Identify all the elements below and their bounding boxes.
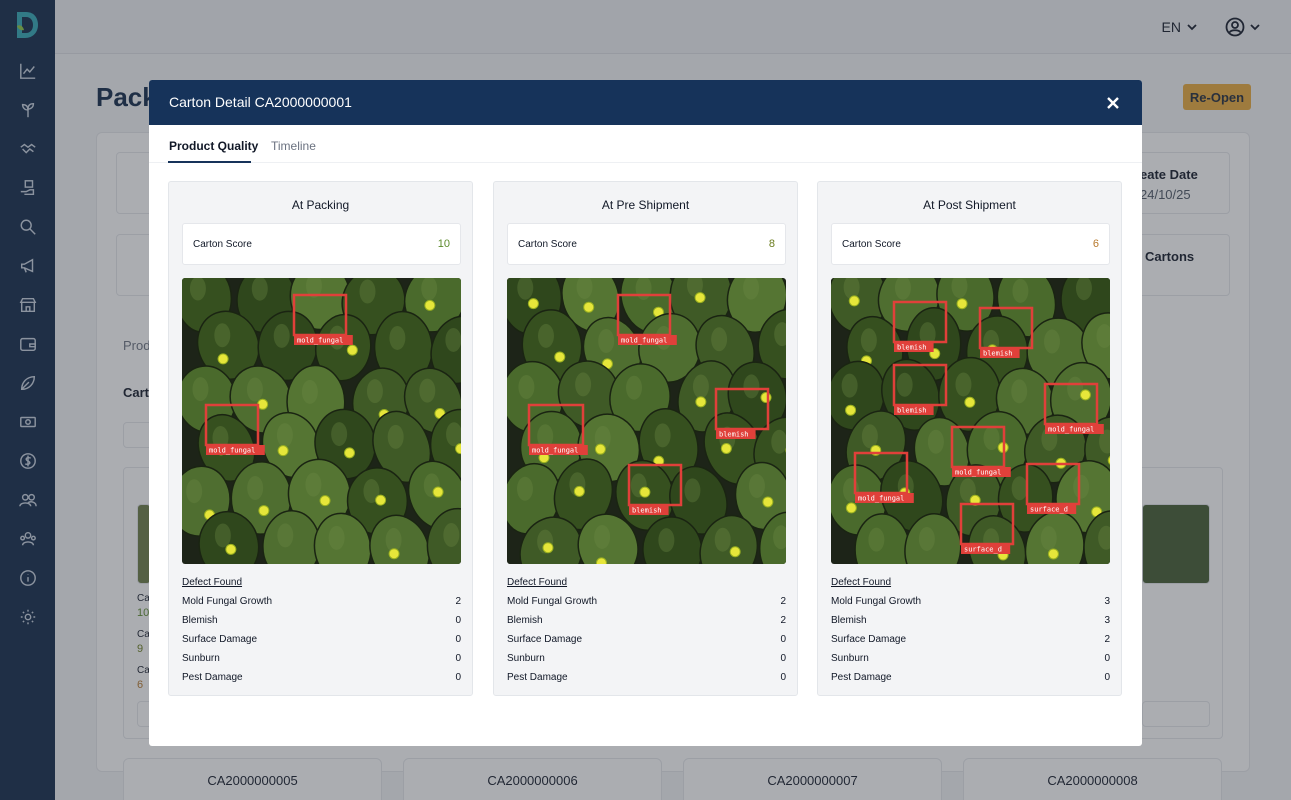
defect-count: 0 [780,672,786,683]
defect-row: Mold Fungal Growth 2 [182,596,461,610]
detection-label: mold_fungal [621,337,667,345]
carton-score-label: Carton Score [842,239,901,250]
modal-title: Carton Detail CA2000000001 [169,94,352,110]
carton-score-box: Carton Score 6 [831,223,1110,265]
defect-count: 0 [455,672,461,683]
modal-tabs: Product Quality Timeline [149,125,1142,163]
defect-row: Sunburn 0 [507,653,786,667]
avocado-image: blemish blemish blemish mold_fungal mold_fun… [831,278,1110,564]
defect-count: 2 [1104,634,1110,645]
carton-score-box: Carton Score 8 [507,223,786,265]
defect-count: 0 [1104,672,1110,683]
defect-count: 0 [780,634,786,645]
defect-count: 2 [780,596,786,607]
defect-count: 2 [780,615,786,626]
defect-name: Pest Damage [507,672,568,683]
stage-card-pre-shipment: At Pre Shipment Carton Score 8 mold_fung… [493,181,798,696]
carton-score-label: Carton Score [193,239,252,250]
defect-row: Pest Damage 0 [831,672,1110,686]
detection-label: mold_fungal [1048,426,1094,434]
defect-name: Surface Damage [182,634,258,645]
defect-count: 3 [1104,596,1110,607]
carton-score-value: 8 [768,238,775,250]
defect-name: Pest Damage [831,672,892,683]
defect-name: Blemish [507,615,543,626]
detection-label: blemish [897,344,927,352]
detection-label: blemish [897,407,927,415]
defect-row: Surface Damage 2 [831,634,1110,648]
defect-count: 0 [455,615,461,626]
defect-name: Mold Fungal Growth [831,596,922,607]
carton-score-value: 10 [437,238,450,250]
detection-label: surface_d [964,546,1002,554]
stage-title: At Packing [291,198,350,212]
detection-label: blemish [632,507,662,515]
detection-label: mold_fungal [297,337,343,345]
carton-score-box: Carton Score 10 [182,223,461,265]
active-tab-indicator [168,161,251,163]
defect-count: 0 [455,653,461,664]
stage-card-packing: At Packing Carton Score 10 mold_fungal mo… [168,181,473,696]
stage-title: At Pre Shipment [601,198,690,212]
defect-heading: Defect Found [831,577,892,588]
defect-name: Blemish [831,615,867,626]
tab-timeline[interactable]: Timeline [271,139,316,153]
defect-name: Sunburn [831,653,869,664]
defect-row: Surface Damage 0 [507,634,786,648]
defect-row: Mold Fungal Growth 3 [831,596,1110,610]
detection-label: blemish [719,431,749,439]
defect-row: Sunburn 0 [182,653,461,667]
detection-label: surface_d [1030,506,1068,514]
defect-heading: Defect Found [182,577,243,588]
defect-name: Mold Fungal Growth [507,596,598,607]
avocado-image: mold_fungalmold_fungalblemishblemish [507,278,786,564]
defect-count: 0 [1104,653,1110,664]
defect-row: Sunburn 0 [831,653,1110,667]
defect-name: Pest Damage [182,672,243,683]
detection-label: blemish [983,350,1013,358]
defect-row: Blemish 3 [831,615,1110,629]
carton-photo[interactable]: mold_fungal mold_fungal blemish blemish [507,278,786,564]
defect-name: Surface Damage [831,634,907,645]
detection-label: mold_fungal [955,469,1001,477]
defect-count: 2 [455,596,461,607]
carton-score-label: Carton Score [518,239,577,250]
defect-name: Blemish [182,615,218,626]
avocado-image: mold_fungal mold_fungal [182,278,461,564]
defect-row: Pest Damage 0 [507,672,786,686]
close-button[interactable] [1102,92,1124,114]
carton-detail-modal: Carton Detail CA2000000001 Product Quali… [149,80,1142,746]
carton-photo[interactable]: blemish blemish blemish mold_fungal mold_fun… [831,278,1110,564]
defect-row: Surface Damage 0 [182,634,461,648]
defect-row: Mold Fungal Growth 2 [507,596,786,610]
defect-count: 3 [1104,615,1110,626]
defect-row: Blemish 2 [507,615,786,629]
defect-count: 0 [455,634,461,645]
defect-name: Surface Damage [507,634,583,645]
defect-count: 0 [780,653,786,664]
stage-card-post-shipment: At Post Shipment Carton Score 6 blemish b… [817,181,1122,696]
stage-title: At Post Shipment [923,198,1016,212]
defect-heading: Defect Found [507,577,568,588]
defect-row: Blemish 0 [182,615,461,629]
modal-header: Carton Detail CA2000000001 [149,80,1142,125]
defect-name: Sunburn [182,653,220,664]
defect-name: Mold Fungal Growth [182,596,273,607]
detection-label: mold_fungal [209,447,255,455]
carton-photo[interactable]: mold_fungal mold_fungal [182,278,461,564]
close-icon [1107,97,1119,109]
defect-row: Pest Damage 0 [182,672,461,686]
tab-product-quality[interactable]: Product Quality [169,139,258,153]
detection-label: mold_fungal [858,495,904,503]
defect-name: Sunburn [507,653,545,664]
detection-label: mold_fungal [532,447,578,455]
carton-score-value: 6 [1092,238,1099,250]
